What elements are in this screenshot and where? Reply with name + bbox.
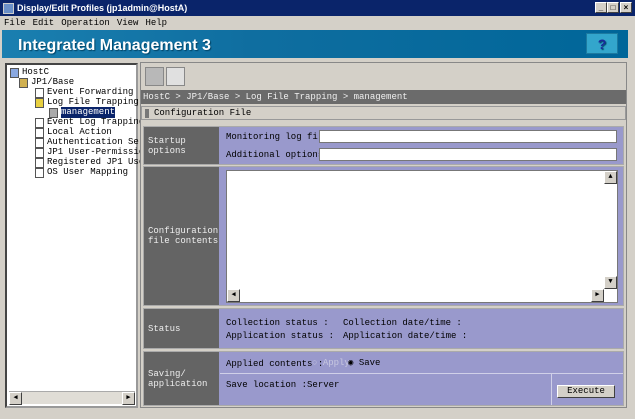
menu-bar: File Edit Operation View Help bbox=[0, 16, 635, 30]
additional-options-label: Additional options: bbox=[226, 150, 329, 160]
scroll-down-icon[interactable]: ▼ bbox=[604, 276, 617, 289]
divider bbox=[220, 373, 623, 374]
configuration-file-contents-label: Configuration file contents bbox=[144, 167, 219, 305]
file-icon bbox=[35, 158, 44, 168]
status-row: Status Collection status : Collection da… bbox=[143, 308, 624, 349]
apply-label: Apply bbox=[323, 358, 350, 368]
profile-tree: HostC JP1/Base Event Forwarding Log File… bbox=[5, 63, 138, 408]
app-icon bbox=[3, 3, 14, 14]
profile-panel: HostC > JP1/Base > Log File Trapping > m… bbox=[140, 62, 627, 408]
status-label: Status bbox=[144, 309, 219, 348]
save-label: Save bbox=[359, 358, 381, 368]
applied-contents-label: Applied contents : bbox=[226, 359, 323, 369]
scroll-right-icon[interactable]: ▶ bbox=[122, 392, 135, 405]
menu-operation[interactable]: Operation bbox=[61, 18, 110, 28]
help-button[interactable]: ? bbox=[586, 33, 618, 54]
window-title: Display/Edit Profiles (jp1admin@HostA) bbox=[17, 3, 187, 13]
file-icon bbox=[35, 128, 44, 138]
title-bar: Display/Edit Profiles (jp1admin@HostA) _… bbox=[0, 0, 635, 16]
scroll-left-icon[interactable]: ◀ bbox=[9, 392, 22, 405]
host-icon bbox=[10, 68, 19, 78]
scroll-up-icon[interactable]: ▲ bbox=[604, 171, 617, 184]
menu-view[interactable]: View bbox=[117, 18, 139, 28]
close-button[interactable]: × bbox=[620, 2, 632, 13]
tree-horizontal-scrollbar[interactable]: ◀ ▶ bbox=[9, 391, 135, 404]
saving-row: Saving/ application Applied contents : ○… bbox=[143, 351, 624, 406]
startup-options-label: Startup options bbox=[144, 127, 219, 164]
application-status: Application status : bbox=[226, 331, 334, 341]
additional-options-input[interactable] bbox=[319, 148, 617, 161]
apply-radio[interactable]: ○ Apply bbox=[312, 358, 350, 368]
save-location: Save location :Server bbox=[226, 380, 339, 390]
file-icon bbox=[49, 108, 58, 118]
file-icon bbox=[35, 88, 44, 98]
file-icon bbox=[35, 118, 44, 128]
paste-icon[interactable] bbox=[166, 67, 185, 86]
banner: Integrated Management 3 ? bbox=[2, 30, 628, 58]
toolbar bbox=[141, 63, 626, 89]
configuration-textarea[interactable]: ▲ ▼ ◀ ▶ bbox=[226, 170, 618, 303]
execute-button[interactable]: Execute bbox=[557, 385, 615, 398]
monitoring-log-file-label: Monitoring log file: bbox=[226, 132, 334, 142]
configuration-row: Configuration file contents ▲ ▼ ◀ ▶ bbox=[143, 166, 624, 306]
collection-status: Collection status : bbox=[226, 318, 329, 328]
collection-datetime: Collection date/time : bbox=[343, 318, 462, 328]
product-icon bbox=[19, 78, 28, 88]
minimize-button[interactable]: _ bbox=[595, 2, 607, 13]
application-datetime: Application date/time : bbox=[343, 331, 467, 341]
file-icon bbox=[35, 148, 44, 158]
monitoring-log-file-input[interactable] bbox=[319, 130, 617, 143]
menu-file[interactable]: File bbox=[4, 18, 26, 28]
menu-edit[interactable]: Edit bbox=[33, 18, 55, 28]
startup-options-row: Startup options Monitoring log file: Add… bbox=[143, 126, 624, 165]
scroll-right-icon[interactable]: ▶ bbox=[591, 289, 604, 302]
maximize-button[interactable]: □ bbox=[607, 2, 619, 13]
tree-item-os-user-mapping[interactable]: OS User Mapping bbox=[35, 167, 128, 178]
copy-icon[interactable] bbox=[145, 67, 164, 86]
breadcrumb: HostC > JP1/Base > Log File Trapping > m… bbox=[141, 90, 626, 104]
file-icon bbox=[35, 138, 44, 148]
folder-icon bbox=[35, 98, 44, 108]
scroll-left-icon[interactable]: ◀ bbox=[227, 289, 240, 302]
product-title: Integrated Management 3 bbox=[18, 37, 211, 54]
file-icon bbox=[35, 168, 44, 178]
save-radio[interactable]: ◉ Save bbox=[348, 358, 380, 368]
section-title: Configuration File bbox=[141, 106, 626, 120]
saving-application-label: Saving/ application bbox=[144, 352, 219, 405]
divider bbox=[551, 373, 552, 405]
menu-help[interactable]: Help bbox=[145, 18, 167, 28]
